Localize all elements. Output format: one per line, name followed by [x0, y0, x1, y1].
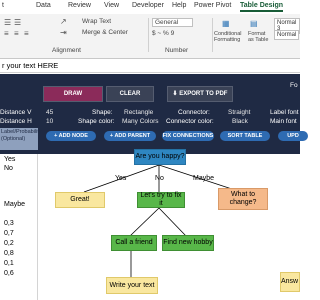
connector-find-hobby	[158, 207, 187, 237]
node-answer-partial[interactable]: Answ	[280, 272, 300, 292]
edge-label-no: No	[155, 175, 164, 182]
node-call-friend[interactable]: Call a friend	[111, 235, 157, 251]
edge-label-maybe: Maybe	[193, 175, 215, 182]
node-find-hobby[interactable]: Find new hobby	[162, 235, 214, 251]
node-write-text[interactable]: Write your text	[106, 277, 158, 294]
node-great[interactable]: Great!	[55, 192, 105, 208]
node-root[interactable]: Are you happy?	[134, 149, 186, 165]
node-what-change[interactable]: What to change?	[218, 188, 268, 210]
connector-call-friend	[129, 207, 160, 237]
edge-label-yes: Yes	[115, 175, 127, 182]
node-try-fix[interactable]: Let's try to fix it	[137, 192, 185, 208]
